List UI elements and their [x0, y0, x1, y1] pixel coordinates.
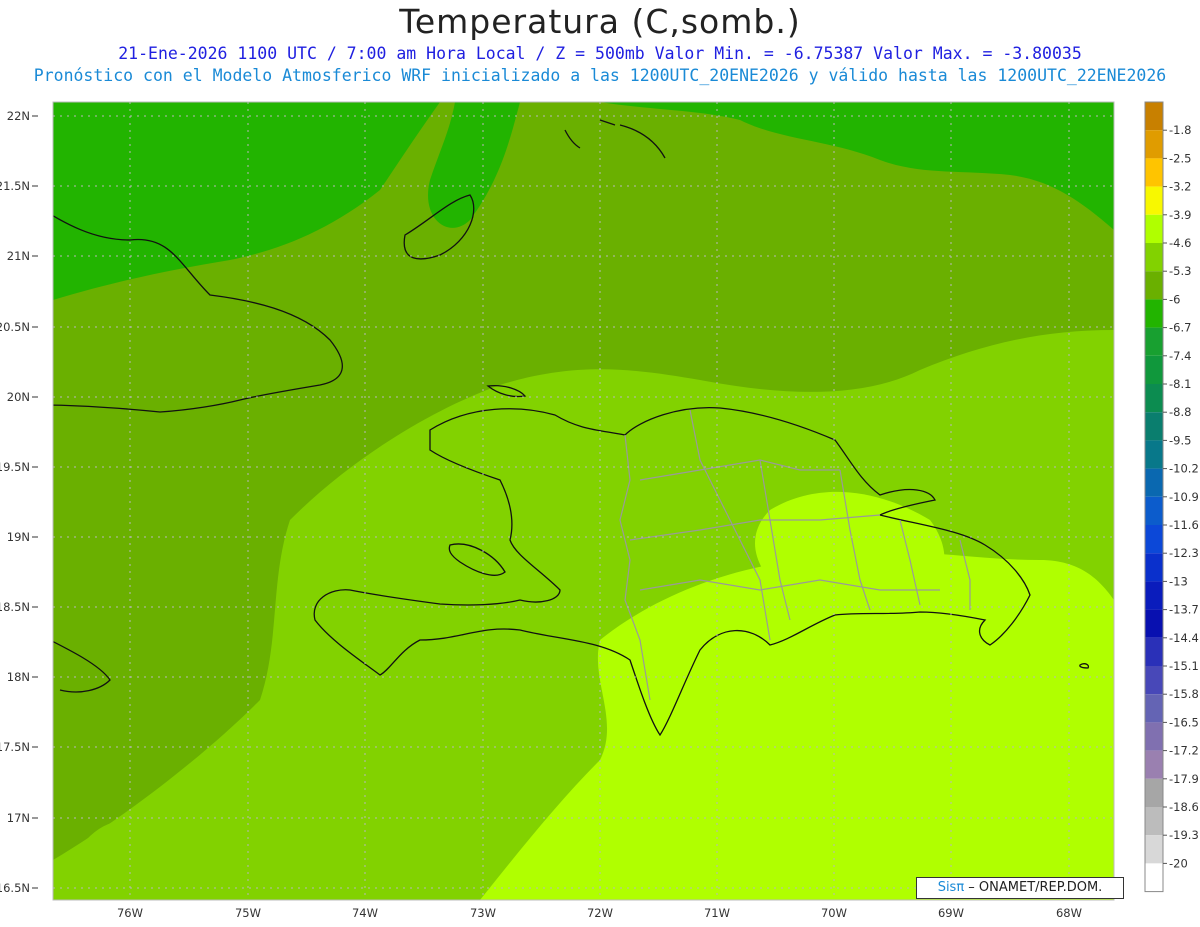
colorbar-swatch: [1145, 412, 1163, 441]
colorbar-swatch: [1145, 384, 1163, 413]
temperature-map: 22N 21.5N 21N 20.5N 20N 19.5N 19N 18.5N …: [0, 101, 1199, 920]
colorbar-swatch: [1145, 609, 1163, 638]
latitude-labels: 22N 21.5N 21N 20.5N 20N 19.5N 19N 18.5N …: [0, 109, 30, 895]
colorbar-label: -13: [1169, 574, 1188, 588]
colorbar-label: -18.6: [1169, 800, 1199, 814]
shaded-field: [53, 102, 1114, 900]
lat-label: 17.5N: [0, 740, 30, 754]
lat-label: 21N: [7, 249, 30, 263]
lon-label: 69W: [938, 906, 964, 920]
colorbar-swatch: [1145, 694, 1163, 723]
lat-label: 19N: [7, 530, 30, 544]
colorbar-swatch: [1145, 130, 1163, 159]
colorbar-swatch: [1145, 553, 1163, 582]
colorbar-label: -11.6: [1169, 518, 1199, 532]
lon-label: 68W: [1056, 906, 1082, 920]
colorbar-swatch: [1145, 186, 1163, 215]
colorbar-swatch: [1145, 355, 1163, 384]
colorbar-label: -14.4: [1169, 631, 1199, 645]
colorbar-label: -6.7: [1169, 321, 1191, 335]
colorbar-label: -4.6: [1169, 236, 1191, 250]
colorbar-swatch: [1145, 271, 1163, 300]
colorbar-swatch: [1145, 750, 1163, 779]
colorbar-label: -3.2: [1169, 180, 1191, 194]
colorbar-label: -6: [1169, 292, 1180, 306]
colorbar: -1.8 -2.5 -3.2 -3.9 -4.6 -5.3 -6 -6.7 -7.4 -8.1 -8…: [1144, 101, 1199, 893]
lon-label: 73W: [470, 906, 496, 920]
sispi-logo: Sisπ: [937, 880, 965, 895]
credit-org: – ONAMET/REP.DOM.: [964, 880, 1103, 895]
lat-label: 18.5N: [0, 600, 30, 614]
colorbar-swatch: [1145, 468, 1163, 497]
colorbar-label: -12.3: [1169, 546, 1199, 560]
lat-label: 20.5N: [0, 320, 30, 334]
colorbar-label: -5.3: [1169, 264, 1191, 278]
lon-label: 71W: [704, 906, 730, 920]
colorbar-swatch: [1145, 778, 1163, 807]
lon-label: 70W: [821, 906, 847, 920]
colorbar-label: -15.8: [1169, 687, 1199, 701]
colorbar-label: -17.2: [1169, 744, 1199, 758]
colorbar-swatch: [1145, 666, 1163, 695]
colorbar-swatch: [1145, 496, 1163, 525]
colorbar-swatch: [1145, 243, 1163, 272]
colorbar-swatch: [1145, 158, 1163, 187]
colorbar-swatch: [1145, 807, 1163, 836]
colorbar-label: -10.9: [1169, 490, 1199, 504]
lat-label: 20N: [7, 390, 30, 404]
lat-label: 21.5N: [0, 179, 30, 193]
colorbar-label: -17.9: [1169, 772, 1199, 786]
lon-label: 75W: [235, 906, 261, 920]
colorbar-label: -13.7: [1169, 603, 1199, 617]
colorbar-label: -8.8: [1169, 405, 1191, 419]
colorbar-label: -8.1: [1169, 377, 1191, 391]
colorbar-swatch: [1145, 637, 1163, 666]
colorbar-swatch: [1145, 835, 1163, 864]
colorbar-label: -9.5: [1169, 433, 1191, 447]
colorbar-label: -10.2: [1169, 462, 1199, 476]
lat-label: 19.5N: [0, 460, 30, 474]
colorbar-swatch: [1145, 581, 1163, 610]
colorbar-swatch: [1145, 525, 1163, 554]
lat-ticks: [32, 115, 38, 889]
colorbar-swatch: [1145, 440, 1163, 469]
colorbar-swatch: [1145, 327, 1163, 356]
colorbar-swatch: [1145, 214, 1163, 243]
credit-box: Sisπ – ONAMET/REP.DOM.: [916, 877, 1124, 899]
lon-label: 72W: [587, 906, 613, 920]
longitude-labels: 76W 75W 74W 73W 72W 71W 70W 69W 68W: [117, 906, 1082, 920]
colorbar-swatch: [1145, 863, 1163, 892]
colorbar-swatch: [1145, 102, 1163, 131]
colorbar-label: -1.8: [1169, 123, 1191, 137]
colorbar-label: -2.5: [1169, 151, 1191, 165]
colorbar-label: -3.9: [1169, 208, 1191, 222]
colorbar-swatch: [1145, 722, 1163, 751]
lon-label: 76W: [117, 906, 143, 920]
colorbar-label: -15.1: [1169, 659, 1199, 673]
lat-label: 17N: [7, 811, 30, 825]
colorbar-label: -16.5: [1169, 715, 1199, 729]
colorbar-label: -20: [1169, 856, 1188, 870]
lat-label: 16.5N: [0, 881, 30, 895]
lon-label: 74W: [352, 906, 378, 920]
colorbar-label: -19.3: [1169, 828, 1199, 842]
lat-label: 18N: [7, 670, 30, 684]
lat-label: 22N: [7, 109, 30, 123]
colorbar-label: -7.4: [1169, 349, 1191, 363]
colorbar-swatch: [1145, 299, 1163, 328]
